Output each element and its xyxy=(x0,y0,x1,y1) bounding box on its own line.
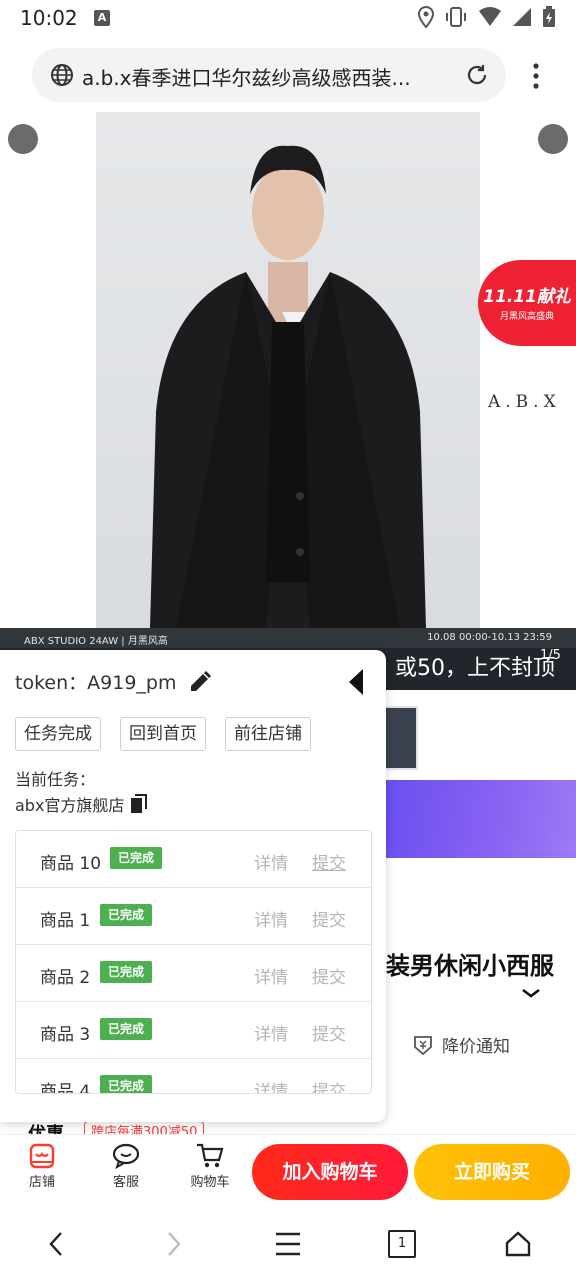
home-button[interactable]: 回到首页 xyxy=(120,717,206,751)
task-name: 商品 2 xyxy=(40,968,91,988)
reload-icon[interactable] xyxy=(464,62,490,88)
price-tag-icon xyxy=(414,1035,432,1055)
tabs-button[interactable]: 1 xyxy=(388,1230,416,1258)
status-badge: 已完成 xyxy=(100,961,153,983)
product-title: 装男休闲小西服 xyxy=(386,952,554,980)
brand-logo: A.B.X xyxy=(488,392,561,412)
store-tab[interactable]: 店铺 xyxy=(12,1141,72,1190)
product-gallery[interactable]: 11.11献礼 月黑风高盛典 A.B.X ABX STUDIO 24AW | 月… xyxy=(0,112,576,690)
task-row: 商品 10 已完成 详情 提交 xyxy=(16,831,371,888)
url-text[interactable]: a.b.x春季进口华尔兹纱高级感西装... xyxy=(82,62,452,91)
task-submit-link[interactable]: 提交 xyxy=(312,849,346,874)
task-detail-link[interactable]: 详情 xyxy=(254,1020,288,1045)
back-circle-button[interactable] xyxy=(8,124,38,154)
task-detail-link[interactable]: 详情 xyxy=(254,1077,288,1093)
store-icon xyxy=(29,1143,55,1169)
task-submit-link[interactable]: 提交 xyxy=(312,1020,346,1045)
status-badge: 已完成 xyxy=(100,904,153,926)
store-tab-label: 店铺 xyxy=(28,1175,55,1190)
copy-icon[interactable] xyxy=(130,794,148,814)
store-name: abx官方旗舰店 xyxy=(15,796,125,815)
promo-badge-sub: 月黑风高盛典 xyxy=(499,312,554,322)
vibrate-icon xyxy=(446,7,466,27)
cart-tab-label: 购物车 xyxy=(190,1175,230,1190)
status-badge: 已完成 xyxy=(110,847,163,869)
status-bar: 10:02 A xyxy=(0,0,576,36)
token-value: A919_pm xyxy=(87,672,177,694)
service-tab-label: 客服 xyxy=(112,1175,139,1190)
task-row: 商品 3 已完成 详情 提交 xyxy=(16,1002,371,1059)
strip-right-text: 10.08 00:00-10.13 23:59 xyxy=(427,632,552,643)
chevron-down-icon[interactable] xyxy=(520,986,542,1000)
product-photo xyxy=(96,112,480,628)
price-notify-button[interactable]: 降价通知 xyxy=(412,1032,510,1057)
token-label: token： xyxy=(15,672,88,694)
go-store-button[interactable]: 前往店铺 xyxy=(225,717,311,751)
battery-icon xyxy=(543,6,555,27)
task-submit-link[interactable]: 提交 xyxy=(312,963,346,988)
task-name: 商品 10 xyxy=(40,854,102,874)
task-submit-link[interactable]: 提交 xyxy=(312,1077,346,1093)
nav-back-icon[interactable] xyxy=(44,1230,68,1258)
location-icon xyxy=(418,6,434,28)
status-icons xyxy=(418,6,556,28)
task-list: 商品 10 已完成 详情 提交 商品 1 已完成 详情 提交 商品 2 已完成 … xyxy=(15,830,372,1094)
task-panel: token：A919_pm 任务完成 回到首页 前往店铺 当前任务： abx官方… xyxy=(0,650,386,1122)
wifi-icon xyxy=(479,7,501,26)
task-detail-link[interactable]: 详情 xyxy=(254,906,288,931)
promo-text: 或50，上不封顶 xyxy=(395,656,555,681)
task-name: 商品 1 xyxy=(40,911,91,931)
cart-icon xyxy=(197,1143,224,1168)
nav-menu-icon[interactable] xyxy=(274,1230,302,1258)
notification-a-icon: A xyxy=(94,10,110,26)
add-to-cart-button[interactable]: 加入购物车 xyxy=(252,1144,408,1200)
status-badge: 已完成 xyxy=(100,1018,153,1040)
pencil-icon[interactable] xyxy=(188,670,212,694)
more-circle-button[interactable] xyxy=(538,124,568,154)
status-badge: 已完成 xyxy=(100,1075,153,1093)
token-row: token：A919_pm xyxy=(15,668,176,695)
nav-forward-icon[interactable] xyxy=(162,1230,186,1258)
price-notify-label: 降价通知 xyxy=(442,1037,510,1057)
system-nav-bar: 1 xyxy=(0,1206,576,1280)
store-name-row: abx官方旗舰店 xyxy=(15,792,148,816)
promo-badge-title: 11.11献礼 xyxy=(483,287,571,307)
collapse-panel-icon[interactable] xyxy=(346,668,366,696)
cart-tab[interactable]: 购物车 xyxy=(180,1141,240,1190)
buy-now-button[interactable]: 立即购买 xyxy=(414,1144,570,1200)
task-row: 商品 4 已完成 详情 提交 xyxy=(16,1059,371,1094)
purple-banner[interactable] xyxy=(386,780,576,858)
task-row: 商品 2 已完成 详情 提交 xyxy=(16,945,371,1002)
nav-home-icon[interactable] xyxy=(504,1230,532,1258)
promo-badge[interactable]: 11.11献礼 月黑风高盛典 xyxy=(478,260,576,346)
gallery-pager: 1/5 xyxy=(540,648,561,663)
service-tab[interactable]: 客服 xyxy=(96,1141,156,1190)
signal-icon xyxy=(513,8,531,26)
more-vert-icon[interactable] xyxy=(524,60,548,92)
model-illustration xyxy=(150,145,426,628)
current-task-label: 当前任务： xyxy=(15,770,96,789)
strip-left-text: ABX STUDIO 24AW | 月黑风高 xyxy=(24,636,168,647)
status-time: 10:02 xyxy=(20,6,78,30)
task-row: 商品 1 已完成 详情 提交 xyxy=(16,888,371,945)
task-submit-link[interactable]: 提交 xyxy=(312,906,346,931)
address-bar[interactable]: a.b.x春季进口华尔兹纱高级感西装... xyxy=(32,48,506,102)
product-thumbnail[interactable] xyxy=(384,706,418,770)
globe-icon xyxy=(51,64,73,86)
chat-icon xyxy=(112,1143,140,1170)
task-name: 商品 4 xyxy=(40,1082,91,1094)
task-name: 商品 3 xyxy=(40,1025,91,1045)
task-detail-link[interactable]: 详情 xyxy=(254,963,288,988)
bottom-action-bar: 店铺 客服 购物车 加入购物车 立即购买 xyxy=(0,1134,576,1207)
task-done-button[interactable]: 任务完成 xyxy=(15,717,101,751)
task-detail-link[interactable]: 详情 xyxy=(254,849,288,874)
